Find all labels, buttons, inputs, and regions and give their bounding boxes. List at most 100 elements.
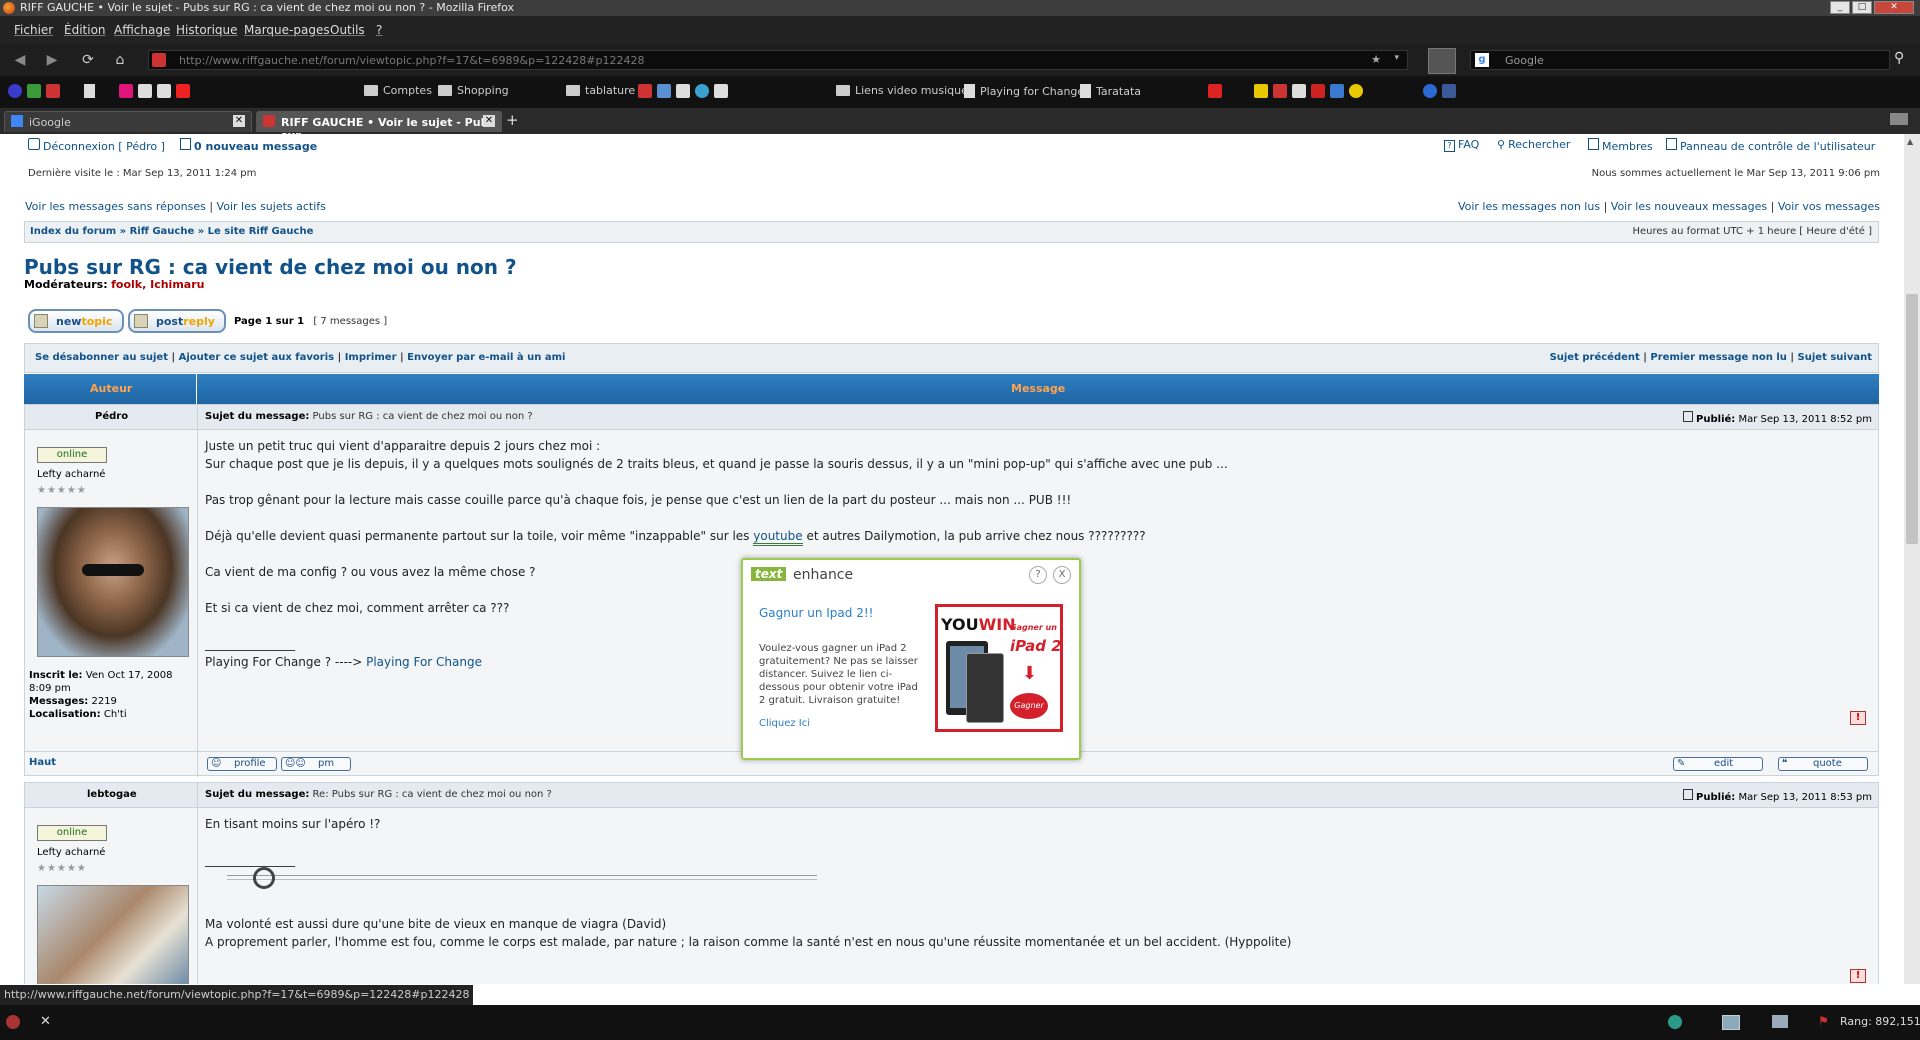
report-icon[interactable]: ! xyxy=(1850,969,1866,983)
bookmark-taratata[interactable]: Taratata xyxy=(1080,84,1141,98)
quote-button[interactable]: ❝ quote xyxy=(1778,757,1868,771)
scroll-up-icon[interactable]: ▲ xyxy=(1907,137,1913,146)
back-to-top-link[interactable]: Haut xyxy=(29,757,56,768)
rank-stars: ★★★★★ xyxy=(37,485,87,496)
address-bar[interactable]: http://www.riffgauche.net/forum/viewtopi… xyxy=(148,50,1408,70)
addon-icon[interactable] xyxy=(6,1015,20,1029)
menu-marque-pages[interactable]: Marque-pages xyxy=(244,23,330,37)
control-panel-link[interactable]: Panneau de contrôle de l'utilisateur xyxy=(1666,138,1875,153)
close-addon-bar-icon[interactable]: ✕ xyxy=(40,1014,51,1029)
back-icon[interactable]: ◀ xyxy=(8,50,32,70)
bookmark-star-icon[interactable]: ★ xyxy=(1371,53,1381,66)
arrow-down-icon: ⬇ xyxy=(1022,663,1038,684)
bookmark-folder-liens-video[interactable]: Liens video musique xyxy=(836,84,968,97)
right-links: Voir les messages non lus | Voir les nou… xyxy=(1457,200,1880,213)
window-title: RIFF GAUCHE • Voir le sujet - Pubs sur R… xyxy=(20,1,515,14)
new-messages-link[interactable]: 0 nouveau message xyxy=(180,138,317,153)
new-posts-link[interactable]: Voir les nouveaux messages xyxy=(1611,200,1767,213)
bookmark-icons-group[interactable] xyxy=(8,84,190,98)
moderators[interactable]: foolk, Ichimaru xyxy=(111,278,204,291)
close-icon[interactable]: X xyxy=(1053,566,1071,584)
next-topic-link[interactable]: Sujet suivant xyxy=(1798,352,1872,363)
bookmark-folder-comptes[interactable]: Comptes xyxy=(364,84,432,97)
unsubscribe-link[interactable]: Se désabonner au sujet xyxy=(35,352,168,363)
reload-icon[interactable]: ⟳ xyxy=(76,50,100,70)
ad-cta-link[interactable]: Cliquez Ici xyxy=(759,718,810,729)
home-icon[interactable]: ⌂ xyxy=(108,50,132,70)
active-topics-link[interactable]: Voir les sujets actifs xyxy=(217,200,326,213)
unanswered-link[interactable]: Voir les messages sans réponses xyxy=(25,200,206,213)
print-link[interactable]: Imprimer xyxy=(345,352,397,363)
faq-link[interactable]: ? FAQ xyxy=(1444,138,1479,152)
tab-igoogle[interactable]: iGoogle ✕ xyxy=(4,111,252,132)
ad-gagner-button[interactable]: Gagner xyxy=(1010,693,1048,719)
members-link[interactable]: Membres xyxy=(1588,138,1653,153)
site-favicon-icon xyxy=(152,53,166,67)
users-icon: ☺☺ xyxy=(285,758,306,769)
bookmark-icons-group-2[interactable] xyxy=(638,84,728,98)
bookmark-topic-link[interactable]: Ajouter ce sujet aux favoris xyxy=(179,352,334,363)
email-friend-link[interactable]: Envoyer par e-mail à un ami xyxy=(407,352,565,363)
menu-outils[interactable]: Outils xyxy=(330,23,365,37)
author-header: Auteur xyxy=(90,382,133,395)
bookmark-folder-tablature[interactable]: tablature xyxy=(566,84,635,97)
pagination: Page 1 sur 1 xyxy=(234,316,305,327)
close-window-button[interactable]: ✕ xyxy=(1874,1,1914,14)
post-profile: online Lefty acharné ★★★★★ Inscrit le: V… xyxy=(25,429,198,751)
maximize-button[interactable]: □ xyxy=(1852,1,1872,14)
menu-help[interactable]: ? xyxy=(376,23,382,37)
search-icon[interactable]: ⚲ xyxy=(1894,50,1904,66)
post-reply-button[interactable]: postreply xyxy=(128,309,226,333)
ad-headline[interactable]: Gagnur un Ipad 2!! xyxy=(759,606,873,620)
new-topic-button[interactable]: newtopic xyxy=(28,309,124,333)
ad-body: Voulez-vous gagner un iPad 2 gratuitemen… xyxy=(759,643,918,706)
close-tab-icon[interactable]: ✕ xyxy=(233,115,245,127)
ipad-ad-image[interactable]: YOUWIN Gagner un iPad 2 ⬇ Gagner xyxy=(935,604,1063,732)
monitor-icon[interactable] xyxy=(1722,1015,1740,1030)
tab-list-icon[interactable] xyxy=(1890,113,1908,125)
google-icon[interactable]: g xyxy=(1475,53,1489,67)
close-tab-icon[interactable]: ✕ xyxy=(483,115,495,127)
topic-title[interactable]: Pubs sur RG : ca vient de chez moi ou no… xyxy=(24,255,517,279)
breadcrumb-site[interactable]: Le site Riff Gauche xyxy=(208,226,314,237)
chat-icon[interactable] xyxy=(1772,1015,1788,1028)
help-icon[interactable]: ? xyxy=(1029,566,1047,584)
unread-link[interactable]: Voir les messages non lus xyxy=(1458,200,1600,213)
your-posts-link[interactable]: Voir vos messages xyxy=(1778,200,1880,213)
addon-icon[interactable] xyxy=(1428,48,1456,74)
globe-icon[interactable] xyxy=(1668,1015,1682,1029)
scrollbar-thumb[interactable] xyxy=(1906,294,1918,544)
vertical-scrollbar[interactable]: ▲ xyxy=(1904,134,1920,984)
posts-table-header: Auteur Message xyxy=(24,374,1879,404)
minimize-button[interactable]: _ xyxy=(1830,1,1850,14)
post-author[interactable]: Pédro xyxy=(95,411,128,422)
bookmark-folder-shopping[interactable]: Shopping xyxy=(438,84,509,97)
forward-icon[interactable]: ▶ xyxy=(40,50,64,70)
logout-link[interactable]: Déconnexion [ Pédro ] xyxy=(28,138,165,153)
profile-button[interactable]: ☺ profile xyxy=(207,757,277,771)
report-icon[interactable]: ! xyxy=(1850,711,1866,725)
textenhance-logo: text xyxy=(751,567,787,581)
bookmark-icons-group-3[interactable] xyxy=(1208,84,1456,98)
menu-fichier[interactable]: Fichier xyxy=(14,23,53,37)
menu-edition[interactable]: Édition xyxy=(64,23,106,37)
search-link[interactable]: ⚲ Rechercher xyxy=(1497,138,1570,151)
menu-historique[interactable]: Historique xyxy=(176,23,238,37)
breadcrumb-riff-gauche[interactable]: Riff Gauche xyxy=(130,226,195,237)
edit-button[interactable]: ✎ edit xyxy=(1673,757,1763,771)
breadcrumb-index[interactable]: Index du forum xyxy=(30,226,116,237)
pm-button[interactable]: ☺☺ pm xyxy=(281,757,351,771)
tab-riff-gauche[interactable]: RIFF GAUCHE • Voir le sujet - Pubs sur..… xyxy=(256,111,502,142)
post-author[interactable]: lebtogae xyxy=(87,789,137,800)
online-badge: online xyxy=(37,825,107,841)
first-unread-link[interactable]: Premier message non lu xyxy=(1650,352,1787,363)
playing-for-change-link[interactable]: Playing For Change xyxy=(366,655,482,669)
url-dropdown-icon[interactable]: ▾ xyxy=(1394,53,1399,63)
new-tab-icon[interactable]: + xyxy=(506,111,519,129)
pencil-icon: ✎ xyxy=(1677,758,1686,769)
menu-affichage[interactable]: Affichage xyxy=(114,23,170,37)
youtube-ad-link[interactable]: youtube xyxy=(753,529,803,546)
bookmark-playing-for-change[interactable]: Playing for Change xyxy=(964,84,1084,98)
previous-topic-link[interactable]: Sujet précédent xyxy=(1550,352,1640,363)
search-input[interactable]: g Google xyxy=(1470,50,1890,70)
